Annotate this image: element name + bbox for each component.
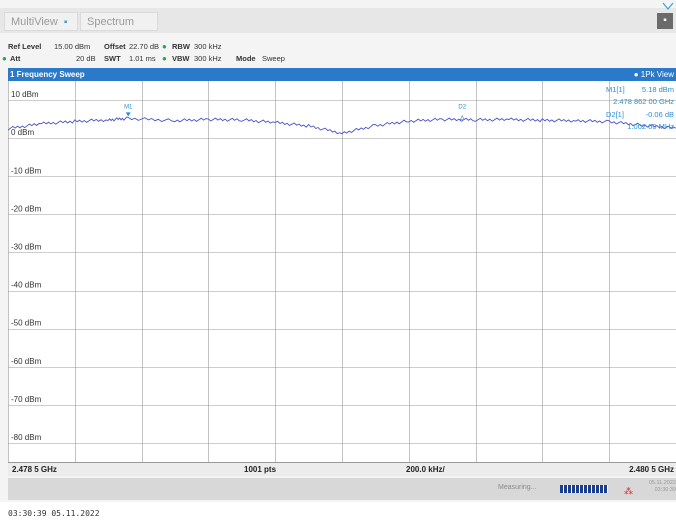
y-tick-label: -70 dBm bbox=[11, 395, 42, 404]
offset-label: Offset bbox=[104, 42, 126, 51]
analyzer-screen: MultiView ▪ Spectrum ▪ Ref Level 15.00 dB… bbox=[0, 0, 676, 502]
y-tick-label: -10 dBm bbox=[11, 166, 42, 175]
window-title-bar[interactable]: 1 Frequency Sweep ● 1Pk View bbox=[8, 68, 676, 81]
sweep-progress-bar bbox=[560, 485, 608, 493]
tab-marker-icon: ▪ bbox=[63, 17, 68, 28]
trace-mode: 1Pk View bbox=[640, 70, 674, 79]
mode-label: Mode bbox=[236, 54, 256, 63]
status-date: 05.11.2022 bbox=[648, 480, 676, 486]
y-tick-label: 0 dBm bbox=[11, 128, 34, 137]
signal-icon bbox=[662, 2, 674, 10]
span-per-division[interactable]: 200.0 kHz/ bbox=[406, 463, 445, 476]
window-title: 1 Frequency Sweep bbox=[10, 70, 85, 79]
coupled-indicator-icon: ● bbox=[2, 54, 7, 63]
tab-bar: MultiView ▪ Spectrum ▪ bbox=[0, 2, 676, 33]
y-tick-label: -30 dBm bbox=[11, 242, 42, 251]
marker-group: M1 D2 bbox=[124, 104, 467, 120]
tab-label: Spectrum bbox=[87, 16, 135, 28]
measuring-status: Measuring... bbox=[498, 484, 537, 491]
coupled-indicator-icon: ● bbox=[162, 42, 167, 51]
y-tick-label: -60 dBm bbox=[11, 357, 42, 366]
spectrum-plot[interactable]: 10 dBm 0 dBm -10 dBm -20 dBm -30 dBm -40 dBm -… bbox=[8, 81, 676, 462]
vbw-value[interactable]: 300 kHz bbox=[194, 53, 222, 64]
y-tick-label: -40 dBm bbox=[11, 281, 42, 290]
y-tick-label: -20 dBm bbox=[11, 204, 42, 213]
mode-value[interactable]: Sweep bbox=[262, 53, 285, 64]
tab-label: MultiView bbox=[11, 16, 58, 28]
m1-id: M1[1] bbox=[606, 85, 625, 94]
trace-line bbox=[8, 116, 676, 135]
stop-frequency[interactable]: 2.480 5 GHz bbox=[629, 463, 674, 476]
att-label: Att bbox=[10, 54, 21, 63]
y-axis-labels: 10 dBm 0 dBm -10 dBm -20 dBm -30 dBm -40 dBm -… bbox=[11, 90, 42, 442]
capture-timestamp: 03:30:39 05.11.2022 bbox=[8, 509, 100, 518]
d2-marker-icon[interactable] bbox=[459, 114, 465, 120]
m1-level: 5.18 dBm bbox=[642, 85, 674, 94]
m1-marker-tag: M1 bbox=[124, 104, 133, 110]
m1-marker-icon[interactable] bbox=[125, 112, 131, 117]
network-icon: ⁂ bbox=[624, 486, 633, 496]
vbw-label: VBW bbox=[172, 54, 190, 63]
start-frequency[interactable]: 2.478 5 GHz bbox=[12, 463, 57, 476]
d2-id: D2[1] bbox=[606, 110, 624, 119]
offset-value[interactable]: 22.70 dB bbox=[129, 41, 159, 52]
y-tick-label: 10 dBm bbox=[11, 90, 39, 99]
rbw-value[interactable]: 300 kHz bbox=[194, 41, 222, 52]
spectrum-chart[interactable]: 10 dBm 0 dBm -10 dBm -20 dBm -30 dBm -40 dBm -… bbox=[8, 81, 676, 462]
tab-spectrum[interactable]: Spectrum bbox=[80, 12, 158, 31]
settings-panel: Ref Level 15.00 dBm Offset 22.70 dB ● RB… bbox=[0, 38, 676, 66]
ref-level-value[interactable]: 15.00 dBm bbox=[54, 41, 90, 52]
sweep-points[interactable]: 1001 pts bbox=[244, 463, 276, 476]
status-datetime: 05.11.2022 03:30:39 bbox=[638, 480, 676, 494]
coupled-indicator-icon: ● bbox=[162, 54, 167, 63]
d2-level: -0.06 dB bbox=[646, 110, 674, 119]
m1-frequency: 2.478 862 00 GHz bbox=[613, 97, 674, 106]
grid bbox=[8, 81, 676, 462]
swt-value[interactable]: 1.01 ms bbox=[129, 53, 156, 64]
toolbar-toggle-button[interactable]: ▪ bbox=[657, 13, 673, 29]
trace-label: ● 1Pk View bbox=[634, 68, 674, 81]
status-time: 03:30:39 bbox=[654, 487, 676, 493]
y-tick-label: -50 dBm bbox=[11, 319, 42, 328]
status-bar: Measuring... ⁂ 05.11.2022 03:30:39 bbox=[8, 478, 676, 500]
swt-label: SWT bbox=[104, 54, 121, 63]
frequency-axis-bar: 2.478 5 GHz 1001 pts 200.0 kHz/ 2.480 5 … bbox=[8, 462, 676, 476]
d2-marker-tag: D2 bbox=[458, 105, 466, 111]
d2-frequency: 1.002 00 MHz bbox=[627, 122, 674, 131]
y-tick-label: -80 dBm bbox=[11, 433, 42, 442]
rbw-label: RBW bbox=[172, 42, 190, 51]
ref-level-label: Ref Level bbox=[8, 42, 42, 51]
att-value[interactable]: 20 dB bbox=[76, 53, 96, 64]
tab-multiview[interactable]: MultiView ▪ bbox=[4, 12, 78, 31]
trace-dot-icon: ● bbox=[633, 70, 641, 79]
